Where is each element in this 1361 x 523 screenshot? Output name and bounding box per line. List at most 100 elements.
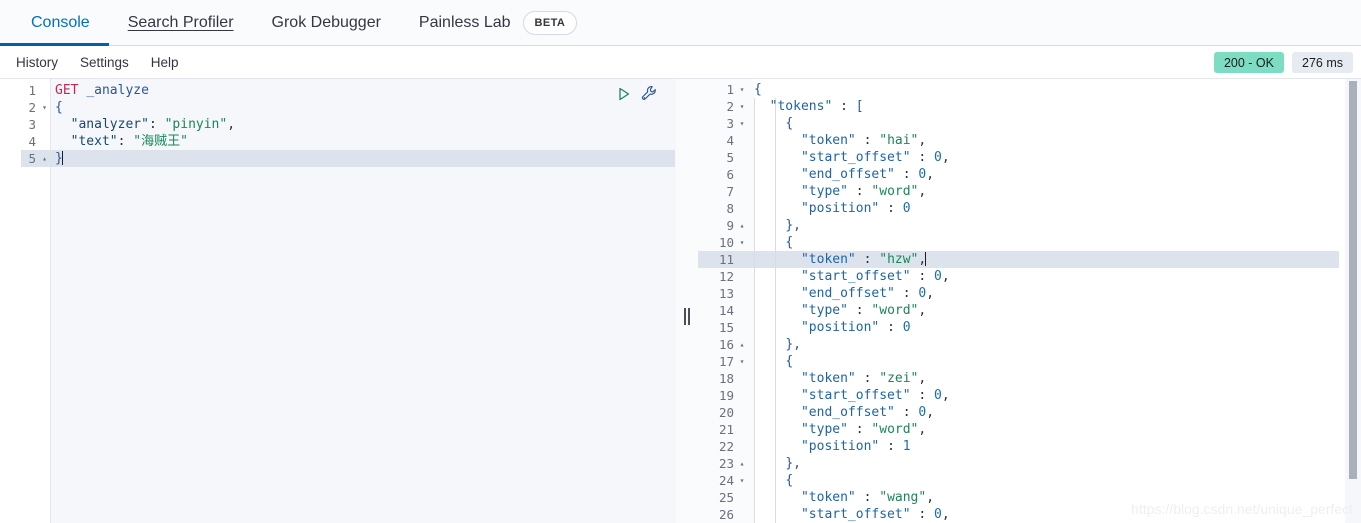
- code-text: }: [55, 151, 63, 166]
- help-link[interactable]: Help: [151, 55, 179, 70]
- settings-link[interactable]: Settings: [80, 55, 129, 70]
- line-number: 26: [718, 507, 734, 522]
- code-text: {: [785, 354, 794, 369]
- line-number: 12: [718, 269, 734, 284]
- code-text: "token" : "hzw",: [800, 252, 927, 267]
- code-line[interactable]: 3 "analyzer": "pinyin",: [0, 116, 676, 133]
- request-code-lines[interactable]: 1 GET _analyze 2 ▾{3 "analyzer": "pinyin", 4…: [0, 79, 676, 167]
- tab-grok-debugger[interactable]: Grok Debugger: [253, 0, 400, 46]
- code-line[interactable]: 2 ▾ {: [0, 99, 676, 116]
- code-line[interactable]: 12 "start_offset" : 0,: [698, 268, 1361, 285]
- response-time-badge: 276 ms: [1292, 52, 1353, 73]
- code-line[interactable]: 25 "token" : "wang",: [698, 489, 1361, 506]
- line-number: 6: [726, 167, 734, 182]
- response-scrollbar[interactable]: [1345, 79, 1361, 523]
- request-action-icons: [616, 85, 658, 102]
- request-code-editor[interactable]: 1 GET _analyze 2 ▾{3 "analyzer": "pinyin", 4…: [0, 79, 676, 523]
- response-output-pane[interactable]: 1 ▾{2 ▾ "tokens" : [3 ▾ {4 "token" : "hai",…: [698, 79, 1361, 523]
- code-line[interactable]: 13 "end_offset" : 0,: [698, 285, 1361, 302]
- code-line[interactable]: 4 "text": "海贼王": [0, 133, 676, 150]
- fold-toggle-icon[interactable]: ▾: [736, 234, 748, 251]
- line-number: 19: [718, 388, 734, 403]
- code-line[interactable]: 1 GET _analyze: [0, 82, 676, 99]
- code-line[interactable]: 10 ▾ {: [698, 234, 1361, 251]
- code-line[interactable]: 24 ▾ {: [698, 472, 1361, 489]
- response-status-group: 200 - OK 276 ms: [1213, 46, 1353, 79]
- history-link[interactable]: History: [16, 55, 58, 70]
- line-number: 15: [718, 320, 734, 335]
- code-text: {: [785, 116, 794, 131]
- line-number: 4: [726, 133, 734, 148]
- fold-toggle-icon[interactable]: ▴: [736, 217, 748, 234]
- code-line[interactable]: 9 ▴ },: [698, 217, 1361, 234]
- fold-toggle-icon[interactable]: ▴: [736, 455, 748, 472]
- line-number: 24: [718, 473, 734, 488]
- code-text: "end_offset" : 0,: [800, 167, 935, 182]
- response-code-lines[interactable]: 1 ▾{2 ▾ "tokens" : [3 ▾ {4 "token" : "hai",…: [698, 79, 1361, 523]
- code-line[interactable]: 20 "end_offset" : 0,: [698, 404, 1361, 421]
- console-toolbar: History Settings Help 200 - OK 276 ms: [0, 46, 1361, 79]
- tab-search-profiler[interactable]: Search Profiler: [109, 0, 253, 46]
- tab-painless-lab[interactable]: Painless Lab: [400, 0, 530, 46]
- code-line[interactable]: 4 "token" : "hai",: [698, 132, 1361, 149]
- fold-toggle-icon[interactable]: ▾: [736, 98, 748, 115]
- line-number: 9: [726, 218, 734, 233]
- code-line[interactable]: 16 ▴ },: [698, 336, 1361, 353]
- code-line[interactable]: 1 ▾ {: [698, 81, 1361, 98]
- fold-toggle-icon[interactable]: ▴: [38, 150, 51, 167]
- code-line[interactable]: 11 "token" : "hzw",: [698, 251, 1361, 268]
- code-line[interactable]: 19 "start_offset" : 0,: [698, 387, 1361, 404]
- response-code-editor[interactable]: 1 ▾{2 ▾ "tokens" : [3 ▾ {4 "token" : "hai",…: [698, 79, 1361, 523]
- line-number: 1: [28, 83, 36, 98]
- line-number: 3: [28, 117, 36, 132]
- line-number: 22: [718, 439, 734, 454]
- code-line[interactable]: 5 "start_offset" : 0,: [698, 149, 1361, 166]
- tab-console[interactable]: Console: [0, 0, 109, 46]
- line-number: 14: [718, 303, 734, 318]
- fold-toggle-icon[interactable]: ▾: [736, 472, 748, 489]
- line-number: 3: [726, 116, 734, 131]
- code-line[interactable]: 23 ▴ },: [698, 455, 1361, 472]
- play-button[interactable]: [616, 86, 632, 102]
- wrench-icon[interactable]: [641, 85, 658, 102]
- code-text: "position" : 0: [800, 320, 911, 335]
- request-editor-pane[interactable]: 1 GET _analyze 2 ▾{3 "analyzer": "pinyin", 4…: [0, 79, 676, 523]
- pane-splitter-handle[interactable]: [676, 79, 698, 523]
- code-text: },: [785, 218, 801, 233]
- fold-toggle-icon[interactable]: ▴: [736, 336, 748, 353]
- code-line[interactable]: 17 ▾ {: [698, 353, 1361, 370]
- code-line[interactable]: 2 ▾ "tokens" : [: [698, 98, 1361, 115]
- code-line[interactable]: 22 "position" : 1: [698, 438, 1361, 455]
- code-line[interactable]: 8 "position" : 0: [698, 200, 1361, 217]
- line-number: 21: [718, 422, 734, 437]
- code-line[interactable]: 7 "type" : "word",: [698, 183, 1361, 200]
- code-text: GET _analyze: [55, 83, 149, 98]
- line-number: 2: [726, 99, 734, 114]
- response-scrollbar-thumb[interactable]: [1349, 81, 1357, 479]
- line-number: 13: [718, 286, 734, 301]
- code-line[interactable]: 21 "type" : "word",: [698, 421, 1361, 438]
- line-number: 7: [726, 184, 734, 199]
- code-text: "token" : "hai",: [800, 133, 927, 148]
- fold-toggle-icon[interactable]: ▾: [736, 353, 748, 370]
- fold-toggle-icon[interactable]: ▾: [736, 115, 748, 132]
- code-line[interactable]: 3 ▾ {: [698, 115, 1361, 132]
- line-number: 10: [718, 235, 734, 250]
- code-line[interactable]: 5 ▴}: [0, 150, 676, 167]
- code-text: "analyzer": "pinyin",: [70, 117, 236, 132]
- fold-toggle-icon[interactable]: ▾: [38, 99, 51, 116]
- code-text: "position" : 1: [800, 439, 911, 454]
- code-line[interactable]: 26 "start_offset" : 0,: [698, 506, 1361, 523]
- code-line[interactable]: 18 "token" : "zei",: [698, 370, 1361, 387]
- code-line[interactable]: 14 "type" : "word",: [698, 302, 1361, 319]
- code-line[interactable]: 15 "position" : 0: [698, 319, 1361, 336]
- line-number: 1: [726, 82, 734, 97]
- line-number: 25: [718, 490, 734, 505]
- code-text: "start_offset" : 0,: [800, 269, 950, 284]
- top-tab-bar: Console Search Profiler Grok Debugger Painl…: [0, 0, 1361, 46]
- code-text: "end_offset" : 0,: [800, 286, 935, 301]
- code-line[interactable]: 6 "end_offset" : 0,: [698, 166, 1361, 183]
- line-number: 4: [28, 134, 36, 149]
- fold-toggle-icon[interactable]: ▾: [736, 81, 748, 98]
- code-text: "start_offset" : 0,: [800, 150, 950, 165]
